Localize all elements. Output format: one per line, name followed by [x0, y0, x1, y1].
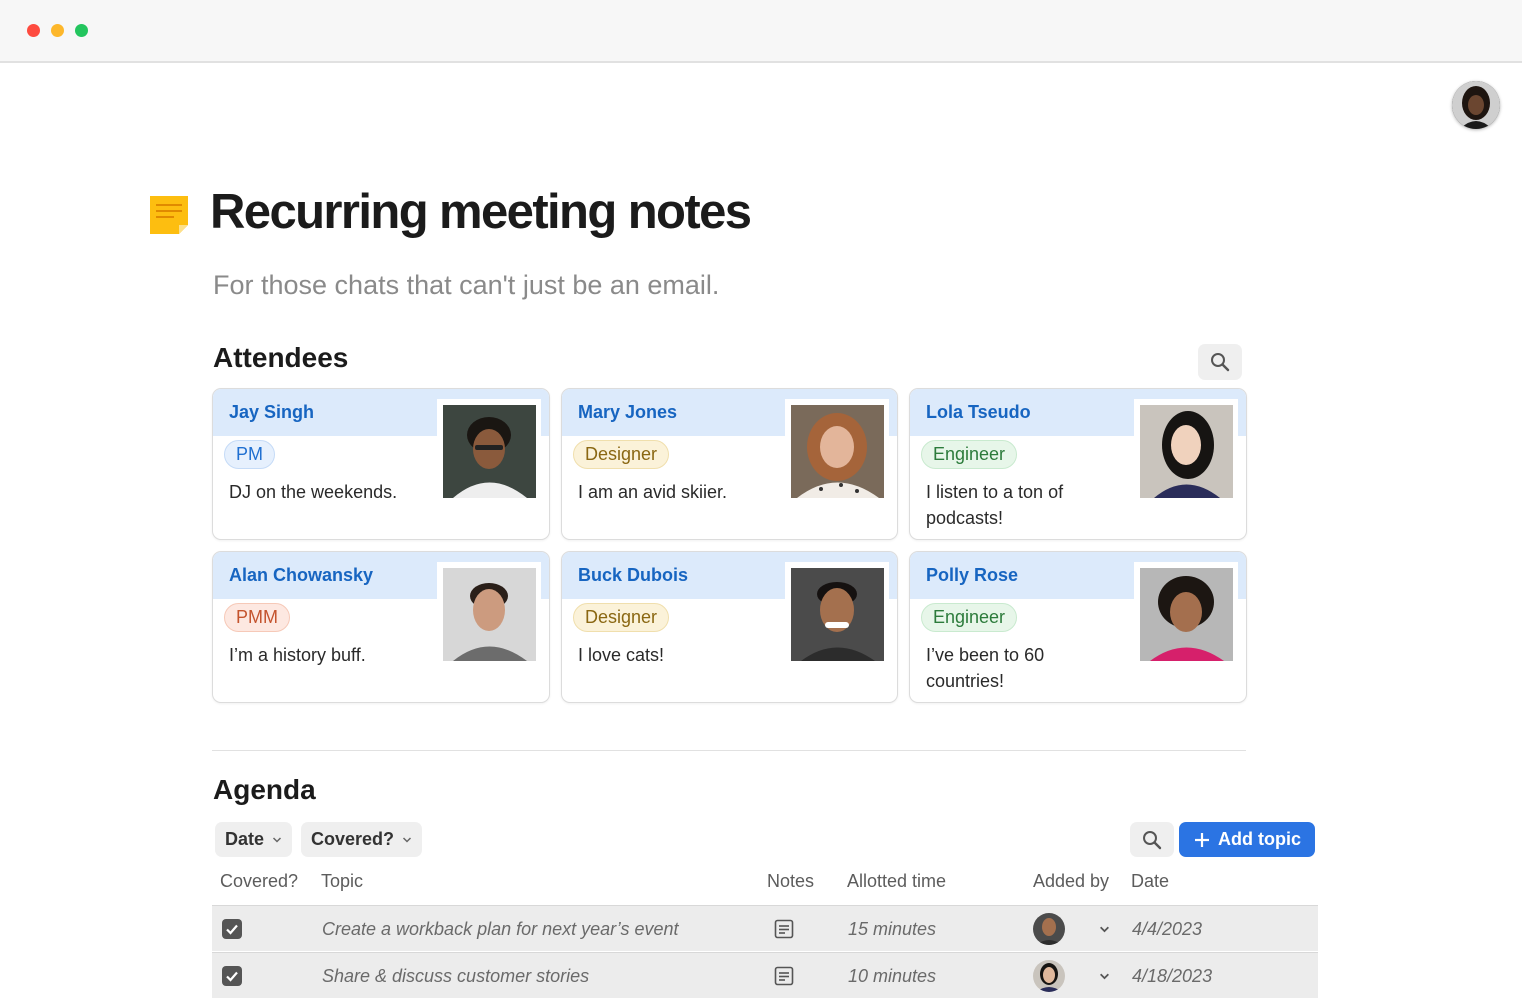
- attendee-card[interactable]: Alan Chowansky PMM I’m a history buff.: [212, 551, 550, 703]
- date-filter[interactable]: Date: [215, 822, 293, 857]
- add-topic-button[interactable]: Add topic: [1179, 822, 1315, 857]
- role-tag: Designer: [573, 603, 670, 632]
- minimize-window-button[interactable]: [51, 24, 64, 37]
- attendee-note: DJ on the weekends.: [229, 482, 398, 502]
- covered-filter[interactable]: Covered?: [301, 822, 423, 857]
- attendee-note: I love cats!: [578, 645, 665, 665]
- chevron-down-icon[interactable]: [1099, 924, 1110, 935]
- attendee-note: I’ve been to 60 countries!: [926, 645, 1045, 691]
- covered-checkbox[interactable]: [222, 919, 242, 939]
- attendee-name: Alan Chowansky: [229, 565, 374, 585]
- topic-cell[interactable]: Create a workback plan for next year’s e…: [322, 919, 679, 940]
- attendee-name: Jay Singh: [229, 402, 315, 422]
- date-cell[interactable]: 4/18/2023: [1132, 966, 1212, 987]
- column-header-date[interactable]: Date: [1131, 871, 1169, 892]
- attendee-photo: [785, 399, 889, 500]
- date-cell[interactable]: 4/4/2023: [1132, 919, 1202, 940]
- plus-icon: [1195, 832, 1209, 847]
- attendee-name: Polly Rose: [926, 565, 1019, 585]
- attendee-card[interactable]: Lola Tseudo Engineer I listen to a ton o…: [909, 388, 1247, 540]
- section-divider: [212, 750, 1246, 751]
- attendee-photo: [785, 562, 889, 663]
- sticky-note-icon: [149, 195, 189, 235]
- search-icon: [1211, 353, 1230, 372]
- column-header-notes[interactable]: Notes: [767, 871, 814, 892]
- user-avatar[interactable]: [1452, 81, 1500, 129]
- date-filter-label: Date: [225, 829, 265, 849]
- attendee-name: Mary Jones: [578, 402, 678, 422]
- allotted-time-cell[interactable]: 15 minutes: [848, 919, 936, 940]
- attendee-card[interactable]: Jay Singh PM DJ on the weekends.: [212, 388, 550, 540]
- table-row[interactable]: Create a workback plan for next year’s e…: [212, 905, 1318, 951]
- role-tag: PMM: [224, 603, 290, 632]
- chevron-down-icon[interactable]: [1099, 971, 1110, 982]
- role-tag: Designer: [573, 440, 670, 469]
- table-row[interactable]: Share & discuss customer stories 10 minu…: [212, 952, 1318, 998]
- attendee-note: I am an avid skiier.: [578, 482, 728, 502]
- column-header-covered[interactable]: Covered?: [220, 871, 298, 892]
- search-icon: [1143, 830, 1162, 849]
- added-by-avatar[interactable]: [1033, 960, 1065, 992]
- covered-filter-label: Covered?: [311, 829, 395, 849]
- notes-icon[interactable]: [774, 919, 794, 939]
- page-subtitle: For those chats that can't just be an em…: [213, 270, 720, 300]
- column-header-added-by[interactable]: Added by: [1033, 871, 1109, 892]
- role-tag: Engineer: [921, 440, 1018, 469]
- attendee-name: Lola Tseudo: [926, 402, 1031, 422]
- added-by-avatar[interactable]: [1033, 913, 1065, 945]
- attendee-card[interactable]: Polly Rose Engineer I’ve been to 60 coun…: [909, 551, 1247, 703]
- maximize-window-button[interactable]: [75, 24, 88, 37]
- add-topic-label: Add topic: [1218, 829, 1301, 849]
- attendee-photo: [1134, 399, 1238, 500]
- topic-cell[interactable]: Share & discuss customer stories: [322, 966, 589, 987]
- attendee-photo: [437, 562, 541, 663]
- attendees-heading: Attendees: [213, 342, 349, 373]
- column-header-allotted-time[interactable]: Allotted time: [847, 871, 946, 892]
- role-tag: PM: [224, 440, 275, 469]
- notes-icon[interactable]: [774, 966, 794, 986]
- agenda-heading: Agenda: [213, 774, 316, 805]
- attendee-card[interactable]: Mary Jones Designer I am an avid skiier.: [561, 388, 898, 540]
- chevron-down-icon: [272, 836, 282, 843]
- attendees-search-button[interactable]: [1198, 344, 1242, 380]
- agenda-search-button[interactable]: [1130, 822, 1174, 857]
- attendee-photo: [1134, 562, 1238, 663]
- covered-checkbox[interactable]: [222, 966, 242, 986]
- attendee-card[interactable]: Buck Dubois Designer I love cats!: [561, 551, 898, 703]
- close-window-button[interactable]: [27, 24, 40, 37]
- column-header-topic[interactable]: Topic: [321, 871, 363, 892]
- chevron-down-icon: [403, 836, 412, 843]
- window-titlebar: [0, 0, 1522, 63]
- checkmark-icon: [226, 971, 238, 982]
- attendee-note: I’m a history buff.: [229, 645, 366, 665]
- attendee-photo: [437, 399, 541, 500]
- attendee-name: Buck Dubois: [578, 565, 689, 585]
- role-tag: Engineer: [921, 603, 1018, 632]
- attendee-cards: Jay Singh PM DJ on the weekends. Mary Jo…: [212, 388, 1247, 703]
- attendee-note: I listen to a ton of podcasts!: [926, 482, 1064, 528]
- checkmark-icon: [226, 924, 238, 935]
- allotted-time-cell[interactable]: 10 minutes: [848, 966, 936, 987]
- page-title: Recurring meeting notes: [210, 185, 752, 239]
